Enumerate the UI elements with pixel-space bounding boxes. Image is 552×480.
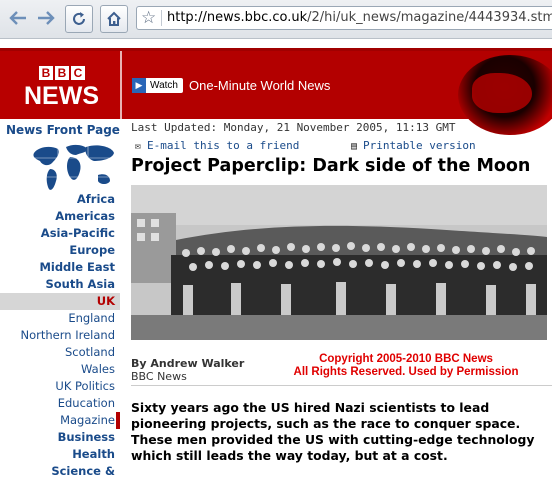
- address-bar[interactable]: ☆ http://news.bbc.co.uk/2/hi/uk_news/mag…: [136, 6, 552, 30]
- article-intro: Sixty years ago the US hired Nazi scient…: [131, 400, 535, 463]
- nav-item-science[interactable]: Science &: [0, 463, 120, 480]
- one-minute-world-news-link[interactable]: One-Minute World News: [189, 78, 330, 93]
- logo-letter: B: [39, 66, 53, 80]
- nav-item-uk[interactable]: UK: [0, 293, 120, 310]
- nav-item-middle-east[interactable]: Middle East: [0, 259, 120, 276]
- email-link[interactable]: E-mail this to a friend: [147, 139, 299, 152]
- last-updated: Last Updated: Monday, 21 November 2005, …: [131, 121, 456, 134]
- home-icon[interactable]: [100, 5, 128, 33]
- nav-item-magazine[interactable]: Magazine: [0, 412, 120, 429]
- header-divider: [0, 39, 552, 51]
- article-headline: Project Paperclip: Dark side of the Moon: [131, 156, 531, 176]
- logo-letter: C: [71, 66, 85, 80]
- bbc-masthead: B B C NEWS ▶ Watch One-Minute World News: [0, 51, 552, 135]
- logo-letter: B: [55, 66, 69, 80]
- globe-continent-shape: [472, 73, 532, 113]
- news-front-page-link[interactable]: News Front Page: [6, 123, 120, 137]
- nav-item-americas[interactable]: Americas: [0, 208, 120, 225]
- byline-divider: [131, 385, 552, 386]
- copyright-notice: Copyright 2005-2010 BBC News All Rights …: [281, 353, 531, 379]
- bbc-news-logo[interactable]: B B C NEWS: [0, 51, 120, 119]
- byline: By Andrew Walker BBC News: [131, 357, 244, 383]
- masthead-divider: [120, 51, 122, 119]
- browser-toolbar: ☆ http://news.bbc.co.uk/2/hi/uk_news/mag…: [0, 0, 552, 39]
- nav-item-uk-politics[interactable]: UK Politics: [0, 378, 120, 395]
- back-arrow-icon[interactable]: [6, 6, 30, 30]
- nav-item-health[interactable]: Health: [0, 446, 120, 463]
- forward-arrow-icon[interactable]: [34, 6, 58, 30]
- reload-icon[interactable]: [65, 5, 93, 33]
- url-text[interactable]: http://news.bbc.co.uk/2/hi/uk_news/magaz…: [167, 10, 552, 25]
- nav-item-wales[interactable]: Wales: [0, 361, 120, 378]
- left-navigation: News Front Page Africa Americas Asia-Pacif…: [0, 119, 120, 478]
- watch-label: Watch: [150, 80, 178, 91]
- author-name: By Andrew Walker: [131, 357, 245, 370]
- nav-item-europe[interactable]: Europe: [0, 242, 120, 259]
- globe-graphic: [458, 55, 552, 135]
- world-map-icon[interactable]: [28, 139, 118, 197]
- print-icon: ▤: [350, 141, 358, 152]
- nav-item-business[interactable]: Business: [0, 429, 120, 446]
- copyright-line-1: Copyright 2005-2010 BBC News: [319, 353, 493, 365]
- news-wordmark: NEWS: [24, 82, 99, 110]
- url-host: http://news.bbc.co.uk: [167, 10, 308, 25]
- region-nav-list: Africa Americas Asia-Pacific Europe Middle E…: [0, 191, 120, 480]
- nav-item-education[interactable]: Education: [0, 395, 120, 412]
- bookmark-star-icon[interactable]: ☆: [141, 8, 156, 28]
- printable-version-link[interactable]: Printable version: [363, 139, 476, 152]
- group-photo: [131, 185, 547, 340]
- email-icon: ✉: [135, 141, 142, 152]
- nav-item-scotland[interactable]: Scotland: [0, 344, 120, 361]
- copyright-line-2: All Rights Reserved. Used by Permission: [293, 366, 519, 378]
- nav-item-asia-pacific[interactable]: Asia-Pacific: [0, 225, 120, 242]
- nav-item-england[interactable]: England: [0, 310, 120, 327]
- nav-item-south-asia[interactable]: South Asia: [0, 276, 120, 293]
- address-bar-divider: [161, 10, 162, 26]
- article-tools: ✉ E-mail this to a friend ▤ Printable vers…: [135, 139, 476, 152]
- article-source: BBC News: [131, 370, 187, 383]
- nav-item-africa[interactable]: Africa: [0, 191, 120, 208]
- play-icon: ▶: [132, 78, 146, 93]
- watch-button[interactable]: ▶ Watch: [132, 78, 183, 93]
- nav-item-northern-ireland[interactable]: Northern Ireland: [0, 327, 120, 344]
- group-photo-drawing: [131, 185, 547, 340]
- bbc-blocks-logo: B B C: [39, 66, 85, 80]
- url-path: /2/hi/uk_news/magazine/4443934.stm: [307, 10, 552, 25]
